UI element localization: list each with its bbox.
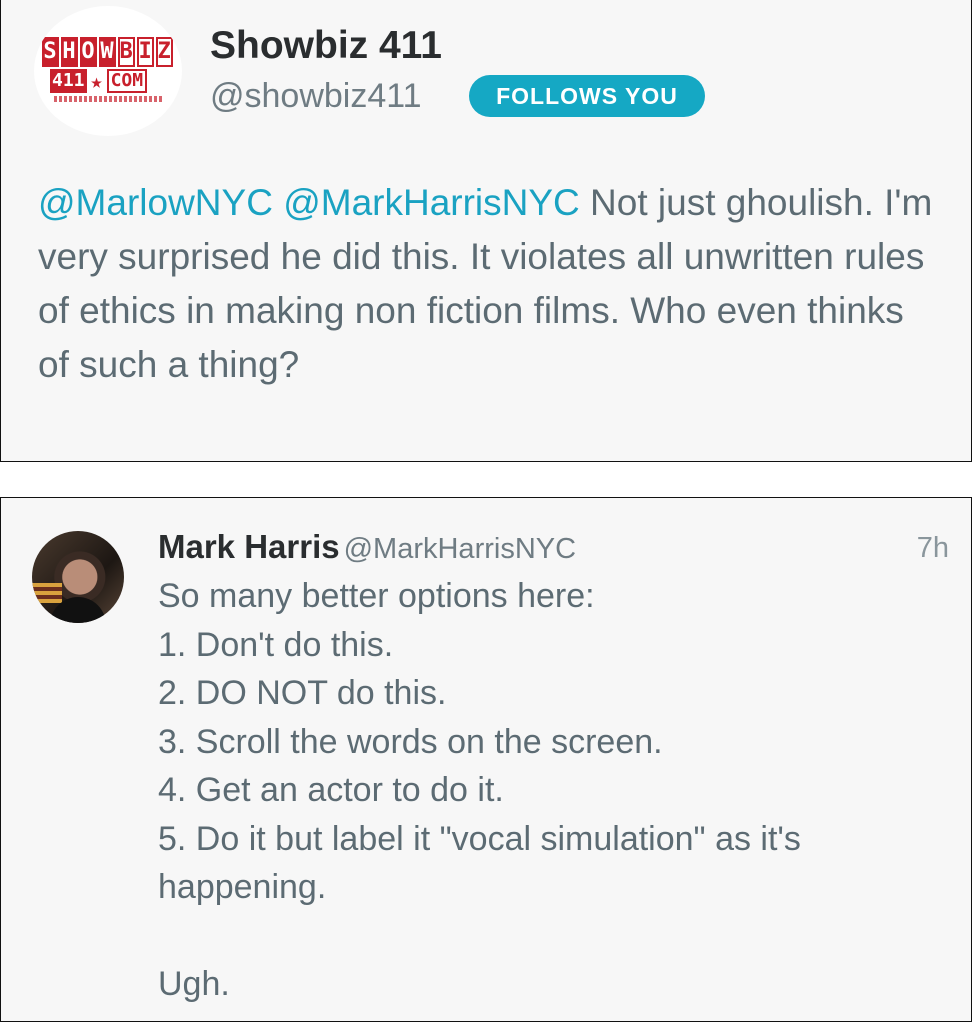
logo-tagline xyxy=(54,96,164,102)
display-name[interactable]: Showbiz 411 xyxy=(210,24,442,68)
tweet-card-showbiz411[interactable]: SHOWBIZ 411 ★ COM Showbiz 411 @showbiz41… xyxy=(0,0,972,462)
follows-you-badge: FOLLOWS YOU xyxy=(469,75,705,117)
tweet-body: So many better options here: 1. Don't do… xyxy=(158,577,801,1003)
user-handle[interactable]: @showbiz411 xyxy=(210,77,422,116)
showbiz411-logo: SHOWBIZ xyxy=(38,37,176,67)
timestamp[interactable]: 7h xyxy=(917,532,949,565)
showbiz411-logo-line2: 411 ★ COM xyxy=(50,69,148,93)
tweet-text: @MarlowNYC @MarkHarrisNYC Not just ghoul… xyxy=(38,176,938,392)
user-handle[interactable]: @MarkHarrisNYC xyxy=(344,533,576,565)
tweet-header: Mark Harris @MarkHarrisNYC xyxy=(158,528,576,566)
mention-link[interactable]: @MarlowNYC xyxy=(38,182,273,223)
avatar[interactable]: SHOWBIZ 411 ★ COM xyxy=(34,6,182,136)
mention-link[interactable]: @MarkHarrisNYC xyxy=(283,182,580,223)
tweet-card-mark-harris[interactable]: Mark Harris @MarkHarrisNYC 7h So many bet… xyxy=(0,497,972,1022)
display-name[interactable]: Mark Harris xyxy=(158,528,340,565)
avatar[interactable] xyxy=(32,531,124,623)
